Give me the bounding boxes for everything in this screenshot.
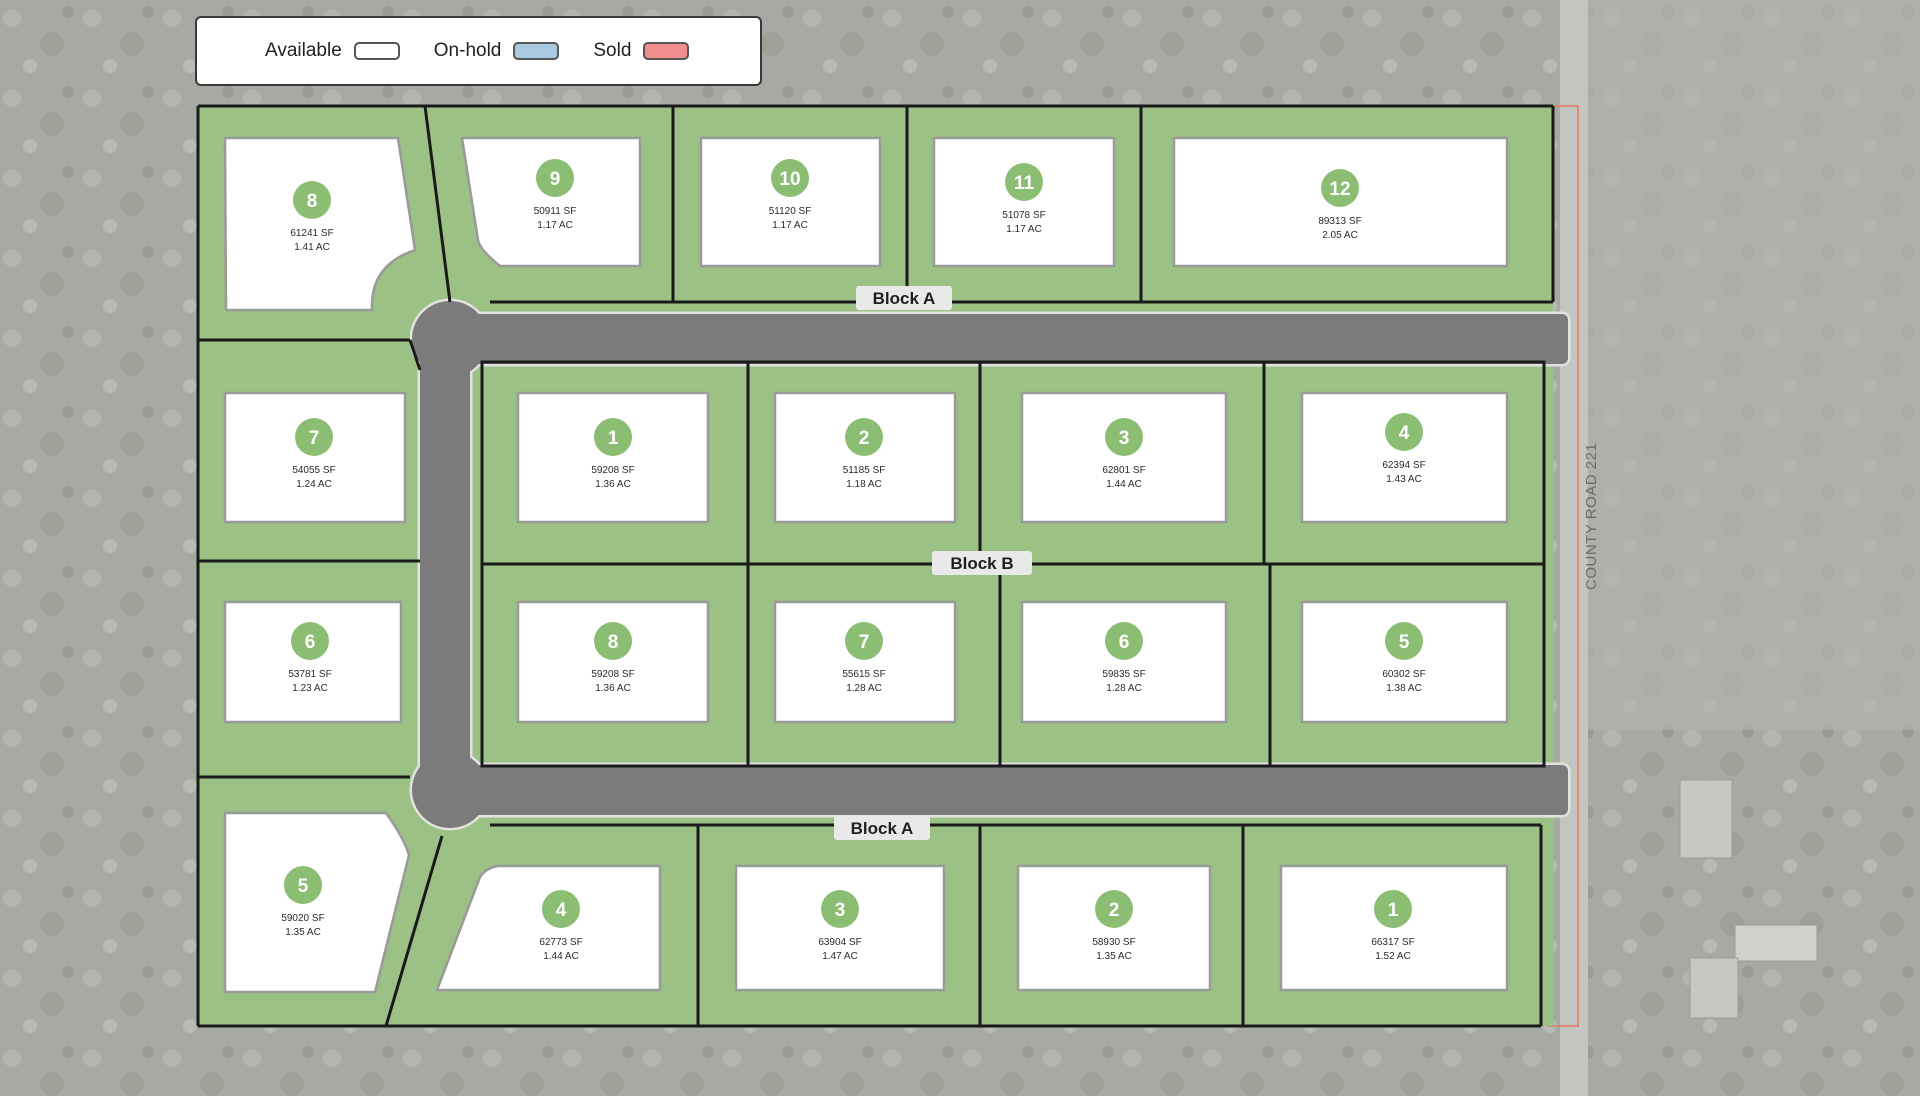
lot-number: 11 bbox=[1014, 173, 1035, 194]
lot-envelope[interactable] bbox=[699, 136, 882, 268]
neighbor-barn bbox=[1734, 924, 1818, 962]
legend-label: Available bbox=[265, 40, 342, 61]
lot-square-feet: 51185 SF bbox=[843, 465, 886, 476]
available-swatch bbox=[353, 42, 400, 60]
svg-text:Block B: Block B bbox=[950, 554, 1013, 573]
lot-envelope[interactable] bbox=[460, 136, 642, 268]
lot-square-feet: 59835 SF bbox=[1102, 669, 1145, 680]
lot-acres: 1.17 AC bbox=[772, 220, 808, 231]
lot-square-feet: 59020 SF bbox=[281, 913, 324, 924]
lot-square-feet: 89313 SF bbox=[1318, 216, 1361, 227]
lot-envelope[interactable] bbox=[1279, 864, 1509, 992]
lot-square-feet: 51078 SF bbox=[1002, 210, 1045, 221]
svg-text:Block A: Block A bbox=[851, 819, 914, 838]
lot-square-feet: 63904 SF bbox=[818, 937, 861, 948]
lot-envelope[interactable] bbox=[516, 391, 710, 524]
legend-label: On-hold bbox=[433, 40, 502, 61]
lot-acres: 1.28 AC bbox=[1106, 683, 1142, 694]
lot-number: 2 bbox=[859, 428, 870, 449]
sold-swatch bbox=[643, 42, 690, 60]
lot-number: 1 bbox=[608, 428, 619, 449]
lot-number: 6 bbox=[305, 632, 316, 653]
county-road-label: COUNTY ROAD 221 bbox=[1583, 443, 1600, 590]
lot-number: 1 bbox=[1388, 900, 1399, 921]
lot-acres: 1.41 AC bbox=[294, 242, 330, 253]
lot-acres: 1.52 AC bbox=[1375, 951, 1411, 962]
lot-acres: 1.17 AC bbox=[537, 220, 573, 231]
lot-number: 3 bbox=[835, 900, 846, 921]
legend-label: Sold bbox=[593, 40, 632, 61]
legend-item-sold[interactable]: Sold bbox=[593, 40, 690, 62]
svg-text:Block A: Block A bbox=[873, 289, 936, 308]
on-hold-swatch bbox=[513, 42, 560, 60]
lot-number: 4 bbox=[556, 900, 567, 921]
plat-map-svg: 8 61241 SF 1.41 AC 9 50911 SF 1.17 AC 10 51120 … bbox=[0, 0, 1920, 1096]
lot-acres: 1.44 AC bbox=[543, 951, 579, 962]
lot-number: 5 bbox=[298, 876, 309, 897]
legend-item-on-hold[interactable]: On-hold bbox=[434, 40, 560, 62]
lot-envelope[interactable] bbox=[516, 600, 710, 724]
lot-envelope[interactable] bbox=[223, 600, 403, 724]
lot-square-feet: 54055 SF bbox=[292, 465, 335, 476]
lot-acres: 1.24 AC bbox=[296, 479, 332, 490]
neighbor-house bbox=[1679, 779, 1733, 859]
lot-square-feet: 53781 SF bbox=[288, 669, 331, 680]
lot-acres: 1.44 AC bbox=[1106, 479, 1142, 490]
lot-envelope[interactable] bbox=[1300, 391, 1509, 524]
lot-square-feet: 61241 SF bbox=[290, 228, 333, 239]
lot-acres: 1.35 AC bbox=[1096, 951, 1132, 962]
lot-square-feet: 58930 SF bbox=[1092, 937, 1135, 948]
lot-number: 2 bbox=[1109, 900, 1120, 921]
lot-square-feet: 51120 SF bbox=[769, 206, 812, 217]
lot-envelope[interactable] bbox=[1020, 391, 1228, 524]
lot-acres: 1.28 AC bbox=[846, 683, 882, 694]
lot-square-feet: 62801 SF bbox=[1102, 465, 1145, 476]
lot-acres: 1.18 AC bbox=[846, 479, 882, 490]
neighbor-shed bbox=[1689, 957, 1739, 1019]
lot-number: 3 bbox=[1119, 428, 1130, 449]
lot-number: 7 bbox=[859, 632, 870, 653]
lot-number: 7 bbox=[309, 428, 320, 449]
lot-square-feet: 60302 SF bbox=[1382, 669, 1425, 680]
block-label-b: Block B bbox=[932, 551, 1032, 575]
lot-square-feet: 59208 SF bbox=[591, 669, 634, 680]
lot-acres: 1.36 AC bbox=[595, 479, 631, 490]
lot-envelope[interactable] bbox=[773, 391, 957, 524]
lot-number: 8 bbox=[307, 191, 318, 212]
lot-acres: 1.38 AC bbox=[1386, 683, 1422, 694]
block-label-a-top: Block A bbox=[856, 286, 952, 310]
lot-envelope[interactable] bbox=[223, 811, 411, 994]
legend-item-available[interactable]: Available bbox=[265, 40, 400, 62]
lot-number: 4 bbox=[1399, 423, 1410, 444]
lot-square-feet: 50911 SF bbox=[534, 206, 577, 217]
lot-envelope[interactable] bbox=[773, 600, 957, 724]
lot-number: 12 bbox=[1329, 179, 1350, 200]
lot-number: 10 bbox=[779, 169, 800, 190]
lot-number: 5 bbox=[1399, 632, 1410, 653]
lot-acres: 1.36 AC bbox=[595, 683, 631, 694]
lot-acres: 1.43 AC bbox=[1386, 474, 1422, 485]
lot-acres: 1.47 AC bbox=[822, 951, 858, 962]
subdivision-map: 8 61241 SF 1.41 AC 9 50911 SF 1.17 AC 10 51120 … bbox=[0, 0, 1920, 1096]
lot-square-feet: 59208 SF bbox=[591, 465, 634, 476]
lot-acres: 1.23 AC bbox=[292, 683, 328, 694]
status-legend: Available On-hold Sold bbox=[195, 16, 762, 86]
lot-envelope[interactable] bbox=[223, 391, 407, 524]
lot-number: 8 bbox=[608, 632, 619, 653]
block-label-a-bottom: Block A bbox=[834, 816, 930, 840]
lot-square-feet: 62773 SF bbox=[539, 937, 582, 948]
lot-envelope[interactable] bbox=[932, 136, 1116, 268]
lot-square-feet: 62394 SF bbox=[1382, 460, 1425, 471]
lot-acres: 1.17 AC bbox=[1006, 224, 1042, 235]
lot-acres: 2.05 AC bbox=[1322, 230, 1358, 241]
lot-number: 6 bbox=[1119, 632, 1130, 653]
lot-envelope[interactable] bbox=[1300, 600, 1509, 724]
lot-number: 9 bbox=[550, 169, 561, 190]
lot-acres: 1.35 AC bbox=[285, 927, 321, 938]
right-field bbox=[1585, 0, 1920, 730]
lot-square-feet: 55615 SF bbox=[842, 669, 885, 680]
lot-envelope[interactable] bbox=[1020, 600, 1228, 724]
lot-square-feet: 66317 SF bbox=[1371, 937, 1414, 948]
